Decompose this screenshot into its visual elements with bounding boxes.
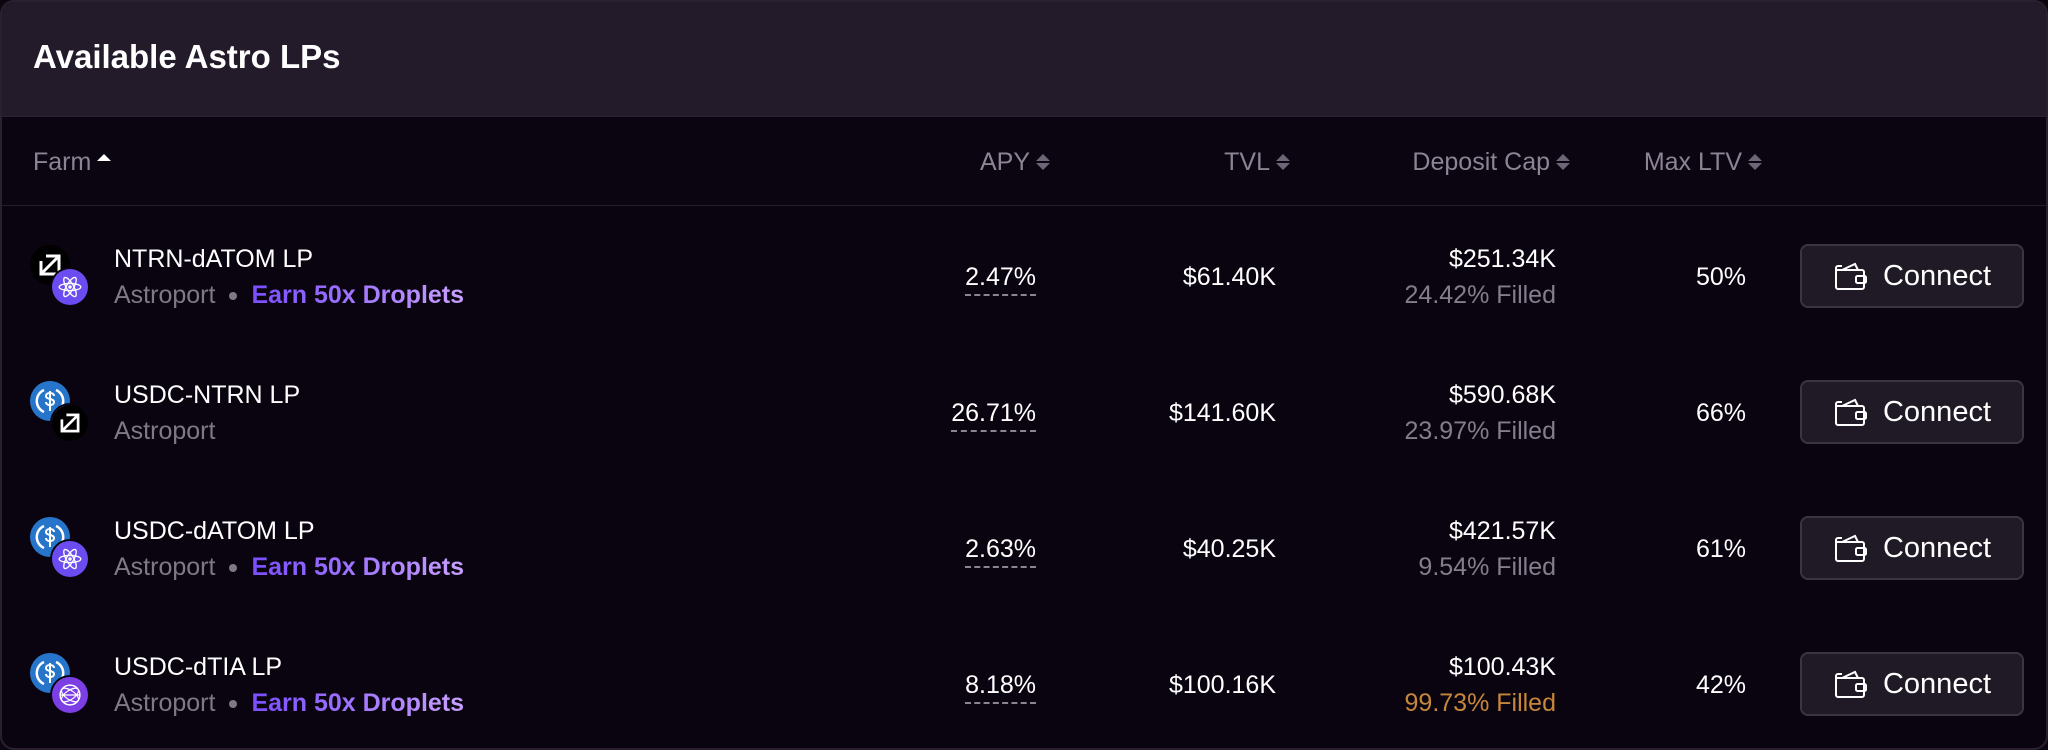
neutron-icon — [50, 403, 90, 443]
column-label: Farm — [33, 147, 92, 176]
connect-button-label: Connect — [1882, 259, 1991, 292]
deposit-cap-value: $590.68K — [1448, 381, 1556, 409]
page-title: Available Astro LPs — [33, 38, 341, 75]
datom-icon — [50, 267, 90, 307]
farm-source: Astroport — [114, 689, 216, 717]
sort-ascending-icon — [97, 153, 112, 171]
farm-source: Astroport — [114, 281, 216, 309]
farm-subtitle: Astroport — [114, 417, 215, 446]
wallet-icon — [1834, 670, 1867, 698]
max-ltv-value: 66% — [1695, 399, 1746, 427]
datom-icon — [50, 539, 90, 579]
column-header-deposit-cap[interactable]: Deposit Cap — [1412, 147, 1570, 177]
token-pair-icon — [30, 653, 92, 715]
wallet-icon — [1834, 262, 1867, 290]
farms-panel: Available Astro LPs Farm APY TVL Deposit… — [0, 0, 2048, 750]
connect-button[interactable]: Connect — [1800, 652, 2024, 716]
sort-icon — [1276, 153, 1290, 171]
apy-value[interactable]: 2.47% — [965, 263, 1036, 296]
farm-subtitle: Astroport Earn 50x Droplets — [114, 553, 464, 582]
farm-name: USDC-dTIA LP — [114, 653, 283, 681]
deposit-filled: 23.97% Filled — [1404, 417, 1556, 445]
wallet-icon — [1834, 534, 1867, 562]
tvl-value: $100.16K — [1168, 671, 1276, 699]
connect-button-label: Connect — [1882, 395, 1991, 428]
token-pair-icon — [30, 381, 92, 443]
deposit-cap-value: $100.43K — [1448, 653, 1556, 681]
farm-subtitle: Astroport Earn 50x Droplets — [114, 281, 464, 310]
tvl-value: $61.40K — [1182, 263, 1276, 291]
tvl-value: $40.25K — [1182, 535, 1276, 563]
token-pair-icon — [30, 245, 92, 307]
table-row[interactable]: USDC-NTRN LP Astroport 26.71% $141.60K $… — [2, 343, 2046, 479]
reward-badge: Earn 50x Droplets — [251, 689, 465, 717]
dtia-icon — [50, 675, 90, 715]
column-header-tvl[interactable]: TVL — [1224, 147, 1290, 177]
farm-name: USDC-dATOM LP — [114, 517, 315, 545]
deposit-cap-value: $251.34K — [1448, 245, 1556, 273]
deposit-filled: 9.54% Filled — [1418, 553, 1556, 581]
table-row[interactable]: USDC-dTIA LP Astroport Earn 50x Droplets… — [2, 615, 2046, 748]
apy-value[interactable]: 2.63% — [965, 535, 1036, 568]
apy-value[interactable]: 26.71% — [951, 399, 1036, 432]
connect-button[interactable]: Connect — [1800, 244, 2024, 308]
tvl-value: $141.60K — [1168, 399, 1276, 427]
column-label: Max LTV — [1643, 147, 1742, 176]
farm-name: USDC-NTRN LP — [114, 381, 301, 409]
deposit-filled: 24.42% Filled — [1404, 281, 1556, 309]
farm-source: Astroport — [114, 553, 216, 581]
connect-button[interactable]: Connect — [1800, 380, 2024, 444]
column-label: TVL — [1224, 147, 1270, 176]
sort-icon — [1748, 153, 1762, 171]
separator-dot — [229, 291, 238, 300]
max-ltv-value: 61% — [1695, 535, 1746, 563]
max-ltv-value: 42% — [1695, 671, 1746, 699]
table-header: Farm APY TVL Deposit Cap Max LTV — [2, 118, 2046, 206]
apy-value[interactable]: 8.18% — [965, 671, 1036, 704]
column-label: APY — [979, 147, 1030, 176]
max-ltv-value: 50% — [1695, 263, 1746, 291]
connect-button-label: Connect — [1882, 531, 1991, 564]
token-pair-icon — [30, 517, 92, 579]
deposit-filled: 99.73% Filled — [1404, 689, 1556, 717]
column-header-max-ltv[interactable]: Max LTV — [1644, 147, 1762, 177]
deposit-cap-value: $421.57K — [1448, 517, 1556, 545]
sort-icon — [1036, 153, 1050, 171]
table-row[interactable]: USDC-dATOM LP Astroport Earn 50x Droplet… — [2, 479, 2046, 615]
sort-icon — [1556, 153, 1570, 171]
farm-source: Astroport — [114, 417, 216, 445]
column-header-apy[interactable]: APY — [980, 147, 1050, 177]
reward-badge: Earn 50x Droplets — [251, 281, 465, 309]
connect-button[interactable]: Connect — [1800, 516, 2024, 580]
farm-name: NTRN-dATOM LP — [114, 245, 314, 273]
reward-badge: Earn 50x Droplets — [251, 553, 465, 581]
column-label: Deposit Cap — [1412, 147, 1550, 176]
column-header-farm[interactable]: Farm — [33, 147, 112, 177]
separator-dot — [229, 699, 238, 708]
separator-dot — [229, 563, 238, 572]
panel-header: Available Astro LPs — [2, 2, 2046, 117]
table-row[interactable]: NTRN-dATOM LP Astroport Earn 50x Droplet… — [2, 207, 2046, 343]
wallet-icon — [1834, 398, 1867, 426]
farm-subtitle: Astroport Earn 50x Droplets — [114, 689, 464, 718]
connect-button-label: Connect — [1882, 667, 1991, 700]
